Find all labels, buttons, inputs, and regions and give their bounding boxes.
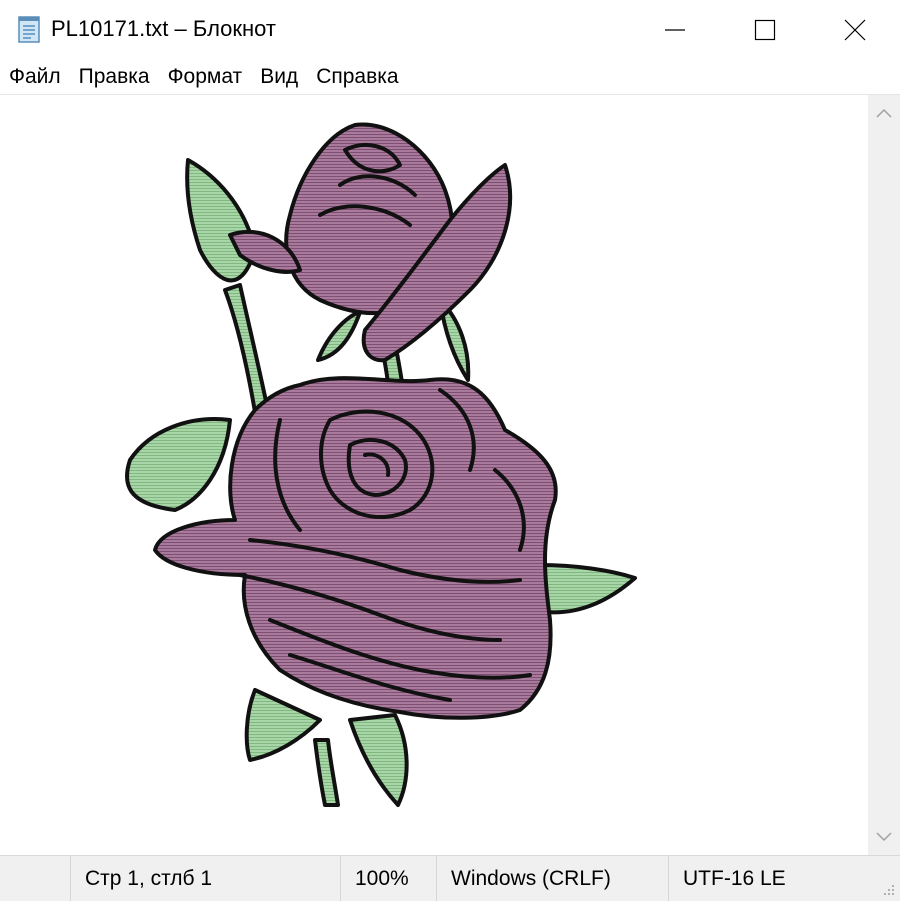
maximize-button[interactable] [720, 0, 810, 60]
menu-edit[interactable]: Правка [71, 60, 158, 94]
status-bar: Стр 1, стлб 1 100% Windows (CRLF) UTF-16… [0, 855, 900, 901]
cursor-position: Стр 1, стлб 1 [70, 856, 340, 901]
title-bar[interactable]: PL10171.txt – Блокнот [0, 0, 900, 60]
resize-grip-icon[interactable] [882, 883, 896, 897]
zoom-level: 100% [340, 856, 436, 901]
notepad-icon[interactable] [14, 14, 44, 44]
close-icon [844, 19, 866, 41]
menu-bar: Файл Правка Формат Вид Справка [0, 60, 900, 95]
minimize-icon [665, 29, 685, 31]
text-editor[interactable] [0, 95, 868, 855]
maximize-icon [754, 19, 776, 41]
close-button[interactable] [810, 0, 900, 60]
line-endings: Windows (CRLF) [436, 856, 668, 901]
chevron-up-icon [876, 108, 892, 118]
scroll-down-button[interactable] [868, 821, 900, 853]
menu-file[interactable]: Файл [0, 60, 69, 94]
window-title: PL10171.txt – Блокнот [51, 16, 276, 41]
menu-view[interactable]: Вид [252, 60, 306, 94]
rose-ascii-art [125, 122, 637, 807]
chevron-down-icon [876, 832, 892, 842]
scroll-up-button[interactable] [868, 97, 900, 129]
minimize-button[interactable] [630, 0, 720, 60]
encoding: UTF-16 LE [668, 856, 868, 901]
menu-format[interactable]: Формат [160, 60, 251, 94]
vertical-scrollbar[interactable] [868, 95, 900, 855]
menu-help[interactable]: Справка [308, 60, 406, 94]
